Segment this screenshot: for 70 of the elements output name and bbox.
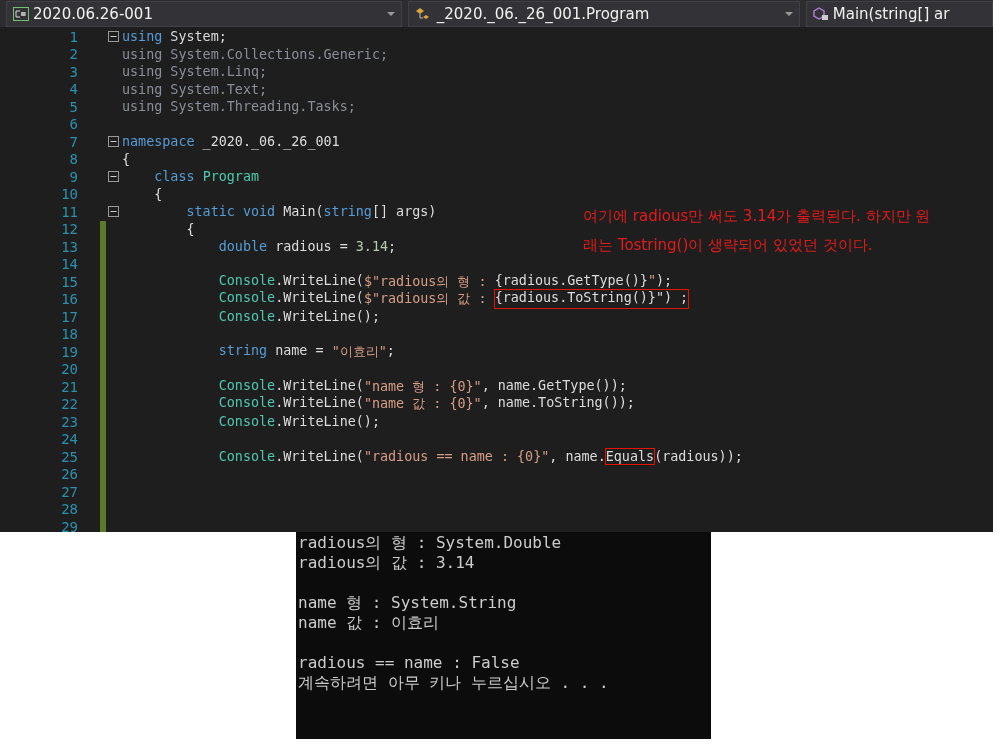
- collapse-icon[interactable]: [107, 31, 119, 43]
- annotation-text: 래는 Tostring()이 생략되어 있었던 것이다.: [583, 236, 874, 255]
- code-line: namespace _2020._06._26_001: [121, 134, 340, 150]
- line-number: 4: [68, 81, 78, 98]
- method-icon: [812, 7, 829, 21]
- console-line: radious의 형 : System.Double: [298, 533, 563, 553]
- collapse-icon[interactable]: [107, 206, 119, 218]
- code-line: {: [121, 151, 131, 167]
- collapse-icon[interactable]: [107, 171, 119, 183]
- member-dropdown[interactable]: Main(string[] ar: [805, 1, 993, 27]
- code-line: using System.Text;: [121, 81, 268, 97]
- line-number: 17: [60, 308, 78, 325]
- annotation-text: 여기에 radious만 써도 3.14가 출력된다. 하지만 원: [583, 207, 931, 226]
- code-line: string name = "이효리";: [217, 342, 395, 361]
- project-dropdown[interactable]: 2020.06.26-001: [6, 1, 402, 27]
- line-number: 12: [60, 221, 78, 238]
- highlight-box: Equals: [605, 449, 655, 465]
- line-number: 18: [60, 326, 78, 343]
- code-line: Console.WriteLine();: [217, 309, 380, 325]
- console-line: name 값 : 이효리: [298, 613, 441, 633]
- code-line: Console.WriteLine($"radious의 형 : {radious.GetType()}");: [217, 272, 673, 291]
- code-line: using System;: [121, 29, 227, 45]
- line-number: 28: [60, 501, 78, 518]
- line-number: 26: [60, 466, 78, 483]
- line-number: 9: [68, 168, 78, 185]
- line-number: 6: [68, 116, 78, 133]
- code-line: class Program: [153, 169, 260, 185]
- caret-icon: [784, 12, 793, 16]
- code-line: Console.WriteLine("name 값 : {0}", name.ToString());: [217, 395, 635, 414]
- code-line: static void Main(string[] args): [185, 204, 437, 220]
- line-number: 20: [60, 361, 78, 378]
- line-number: 1: [68, 28, 78, 45]
- line-number: 29: [60, 518, 78, 532]
- code-line: Console.WriteLine("radious == name : {0}", name.Equals(radious));: [217, 449, 743, 465]
- line-number: 11: [60, 203, 78, 220]
- console-line: 계속하려면 아무 키나 누르십시오 . . .: [298, 673, 610, 693]
- code-line: Console.WriteLine();: [217, 414, 380, 430]
- line-number: 14: [60, 256, 78, 273]
- code-line: using System.Collections.Generic;: [121, 46, 389, 62]
- line-number: 10: [60, 186, 78, 203]
- line-number: 21: [60, 378, 78, 395]
- line-number: 3: [68, 63, 78, 80]
- line-number: 2: [68, 46, 78, 63]
- console-line: radious의 값 : 3.14: [298, 553, 476, 573]
- console-line: name 형 : System.String: [298, 593, 518, 613]
- line-number: 7: [68, 133, 78, 150]
- console-line: radious == name : False: [298, 653, 521, 673]
- line-number: 25: [60, 448, 78, 465]
- code-line: double radious = 3.14;: [217, 239, 397, 255]
- csharp-project-icon: [13, 7, 29, 21]
- code-line: {: [153, 186, 163, 202]
- line-number: 8: [68, 151, 78, 168]
- type-dropdown[interactable]: _2020._06._26_001.Program: [407, 1, 800, 27]
- code-line: Console.WriteLine($"radious의 값 : {radious.ToString()}") ;: [217, 290, 689, 309]
- line-number: 19: [60, 343, 78, 360]
- line-number: 13: [60, 238, 78, 255]
- line-number: 16: [60, 291, 78, 308]
- line-number: 22: [60, 396, 78, 413]
- line-number: 24: [60, 431, 78, 448]
- code-line: using System.Threading.Tasks;: [121, 99, 356, 115]
- collapse-icon[interactable]: [107, 136, 119, 148]
- code-line: {: [185, 221, 195, 237]
- code-line: using System.Linq;: [121, 64, 268, 80]
- line-number: 27: [60, 483, 78, 500]
- line-number: 15: [60, 273, 78, 290]
- highlight-box: {radious.ToString()}") ;: [494, 290, 689, 309]
- code-line: Console.WriteLine("name 형 : {0}", name.GetType());: [217, 377, 627, 396]
- line-number: 5: [68, 98, 78, 115]
- caret-icon: [386, 12, 395, 16]
- line-number: 23: [60, 413, 78, 430]
